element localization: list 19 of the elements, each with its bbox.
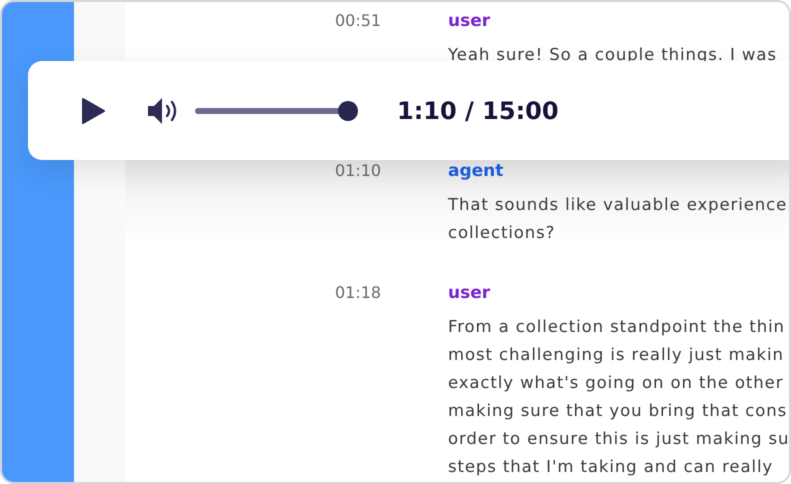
- message-time: 01:18: [335, 282, 382, 304]
- volume-icon[interactable]: [147, 96, 179, 126]
- speaker-name: user: [448, 10, 492, 33]
- message-text: That sounds like valuable experience: [448, 194, 788, 216]
- message-text: Yeah sure! So a couple things. I was: [448, 44, 777, 66]
- message-text: making sure that you bring that cons: [448, 400, 788, 422]
- message-text: order to ensure this is just making su: [448, 428, 789, 450]
- message-text: steps that I'm taking and can really: [448, 456, 774, 478]
- message-text: most challenging is really just makin: [448, 344, 785, 366]
- speaker-name: agent: [448, 160, 504, 183]
- play-icon[interactable]: [81, 98, 105, 124]
- volume-slider[interactable]: [195, 100, 358, 120]
- speaker-name: user: [448, 282, 492, 305]
- message-time: 00:51: [335, 10, 382, 32]
- playback-time: 1:10 / 15:00: [397, 96, 559, 124]
- message-text: From a collection standpoint the thin: [448, 316, 786, 338]
- message-time: 01:10: [335, 160, 382, 182]
- message-text: exactly what's going on on the other: [448, 372, 784, 394]
- message-text: collections?: [448, 222, 556, 244]
